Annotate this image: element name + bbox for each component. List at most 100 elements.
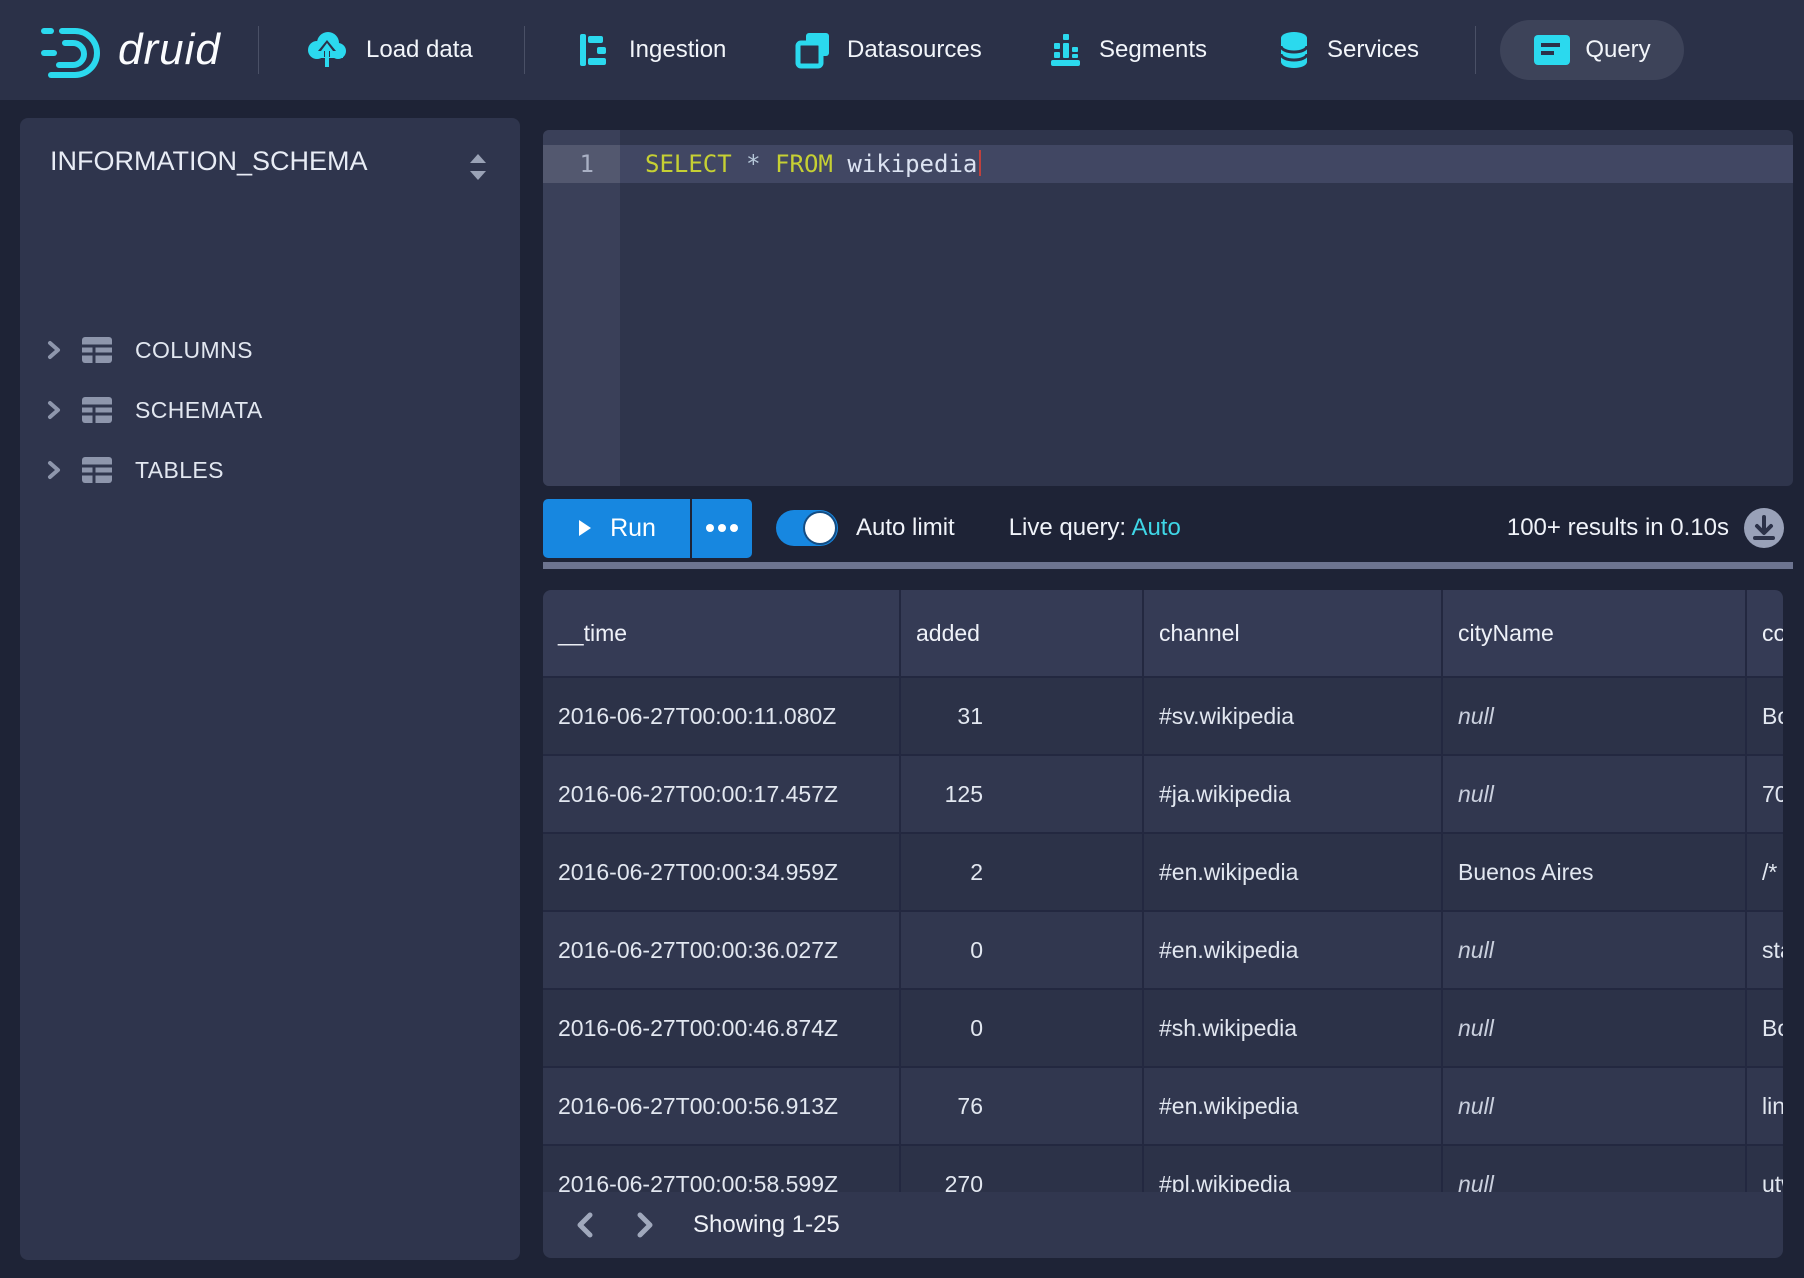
play-icon [577,518,593,538]
run-more-options-button[interactable] [692,499,752,558]
sql-keyword: SELECT [645,150,732,178]
table-row: 2016-06-27T00:00:58.599Z 270 #pl.wikiped… [543,1146,1783,1192]
chevron-right-icon [634,1211,656,1239]
download-icon[interactable] [1743,507,1785,549]
query-toolbar: Run Auto limit Live query: Auto 100+ res… [543,498,1793,558]
column-header-added[interactable]: added [901,590,1144,678]
cell-cityname[interactable]: null [1443,756,1747,834]
table-row: 2016-06-27T00:00:34.959Z 2 #en.wikipedia… [543,834,1783,912]
sql-editor[interactable]: 1 SELECT * FROM wikipedia [543,130,1793,486]
table-row: 2016-06-27T00:00:17.457Z 125 #ja.wikiped… [543,756,1783,834]
sidebar-item-tables[interactable]: TABLES [20,448,520,492]
cell-comment[interactable]: link [1747,1068,1783,1146]
cell-added[interactable]: 0 [901,990,1144,1068]
column-header-time[interactable]: __time [543,590,901,678]
cell-added[interactable]: 270 [901,1146,1144,1192]
cell-added[interactable]: 2 [901,834,1144,912]
results-summary: 100+ results in 0.10s [1507,514,1729,542]
cell-time[interactable]: 2016-06-27T00:00:17.457Z [543,756,901,834]
auto-limit-label: Auto limit [856,514,955,542]
column-header-channel[interactable]: channel [1144,590,1443,678]
sidebar-item-label: TABLES [135,457,224,484]
cell-added[interactable]: 31 [901,678,1144,756]
results-table: __time added channel cityName comment 20… [543,590,1783,1192]
cell-channel[interactable]: #sv.wikipedia [1144,678,1443,756]
cell-channel[interactable]: #pl.wikipedia [1144,1146,1443,1192]
sql-query-text: SELECT * FROM wikipedia [645,145,981,183]
live-query-value[interactable]: Auto [1131,514,1180,541]
cell-channel[interactable]: #en.wikipedia [1144,1068,1443,1146]
gantt-chart-icon [578,32,614,68]
bar-chart-icon [1048,31,1084,69]
console-icon [1533,34,1571,66]
results-resize-divider[interactable] [543,562,1793,569]
sql-keyword: FROM [775,150,833,178]
cell-channel[interactable]: #en.wikipedia [1144,834,1443,912]
nav-item-services[interactable]: Services [1276,0,1419,100]
cell-comment[interactable]: Bot [1747,678,1783,756]
cell-cityname[interactable]: Buenos Aires [1443,834,1747,912]
cell-time[interactable]: 2016-06-27T00:00:58.599Z [543,1146,901,1192]
cell-cityname[interactable]: null [1443,912,1747,990]
nav-item-label: Query [1585,36,1650,64]
run-button-label: Run [610,514,656,543]
cell-time[interactable]: 2016-06-27T00:00:36.027Z [543,912,901,990]
nav-item-segments[interactable]: Segments [1048,0,1207,100]
editor-gutter [543,130,620,486]
column-header-cityname[interactable]: cityName [1443,590,1747,678]
chevron-right-icon [45,460,63,480]
cell-comment[interactable]: 70: [1747,756,1783,834]
cell-time[interactable]: 2016-06-27T00:00:46.874Z [543,990,901,1068]
cell-channel[interactable]: #en.wikipedia [1144,912,1443,990]
cell-time[interactable]: 2016-06-27T00:00:56.913Z [543,1068,901,1146]
sql-identifier: wikipedia [847,150,977,178]
chevron-left-icon [574,1211,596,1239]
sidebar-item-columns[interactable]: COLUMNS [20,328,520,372]
run-button[interactable]: Run [543,499,690,558]
double-caret-vertical-icon[interactable] [464,152,492,182]
table-icon [81,396,113,424]
cell-added[interactable]: 125 [901,756,1144,834]
cell-added[interactable]: 0 [901,912,1144,990]
cell-cityname[interactable]: null [1443,990,1747,1068]
cell-cityname[interactable]: null [1443,1146,1747,1192]
brand-wordmark: druid [118,0,221,100]
chevron-right-icon [45,340,63,360]
cell-comment[interactable]: utw [1747,1146,1783,1192]
next-page-button[interactable] [625,1205,665,1245]
column-header-comment[interactable]: comment [1747,590,1783,678]
table-icon [81,336,113,364]
ellipsis-icon [705,523,739,533]
cell-channel[interactable]: #ja.wikipedia [1144,756,1443,834]
table-row: 2016-06-27T00:00:36.027Z 0 #en.wikipedia… [543,912,1783,990]
cell-added[interactable]: 76 [901,1068,1144,1146]
nav-divider [1475,26,1476,74]
sidebar-item-schemata[interactable]: SCHEMATA [20,388,520,432]
nav-divider [524,26,525,74]
cell-cityname[interactable]: null [1443,1068,1747,1146]
cell-comment[interactable]: Bot [1747,990,1783,1068]
cell-time[interactable]: 2016-06-27T00:00:11.080Z [543,678,901,756]
cell-time[interactable]: 2016-06-27T00:00:34.959Z [543,834,901,912]
cell-cityname[interactable]: null [1443,678,1747,756]
schema-sidebar: INFORMATION_SCHEMA COLUMNS [20,118,520,1260]
layers-icon [794,31,832,69]
nav-item-load-data[interactable]: Load data [303,0,473,100]
auto-limit-toggle[interactable] [776,510,838,546]
nav-item-query-active[interactable]: Query [1500,20,1684,80]
sql-operator: * [746,150,760,178]
cell-comment[interactable]: /* S [1747,834,1783,912]
cloud-upload-icon [303,28,351,72]
nav-item-label: Datasources [847,36,982,64]
text-cursor [979,150,981,176]
previous-page-button[interactable] [565,1205,605,1245]
nav-item-ingestion[interactable]: Ingestion [578,0,726,100]
sidebar-item-label: SCHEMATA [135,397,263,424]
cell-comment[interactable]: sta [1747,912,1783,990]
pagination-status: Showing 1-25 [693,1211,840,1239]
table-row: 2016-06-27T00:00:46.874Z 0 #sh.wikipedia… [543,990,1783,1068]
sidebar-item-label: COLUMNS [135,337,253,364]
live-query-label: Live query: Auto [1009,514,1181,542]
nav-item-datasources[interactable]: Datasources [794,0,982,100]
cell-channel[interactable]: #sh.wikipedia [1144,990,1443,1068]
